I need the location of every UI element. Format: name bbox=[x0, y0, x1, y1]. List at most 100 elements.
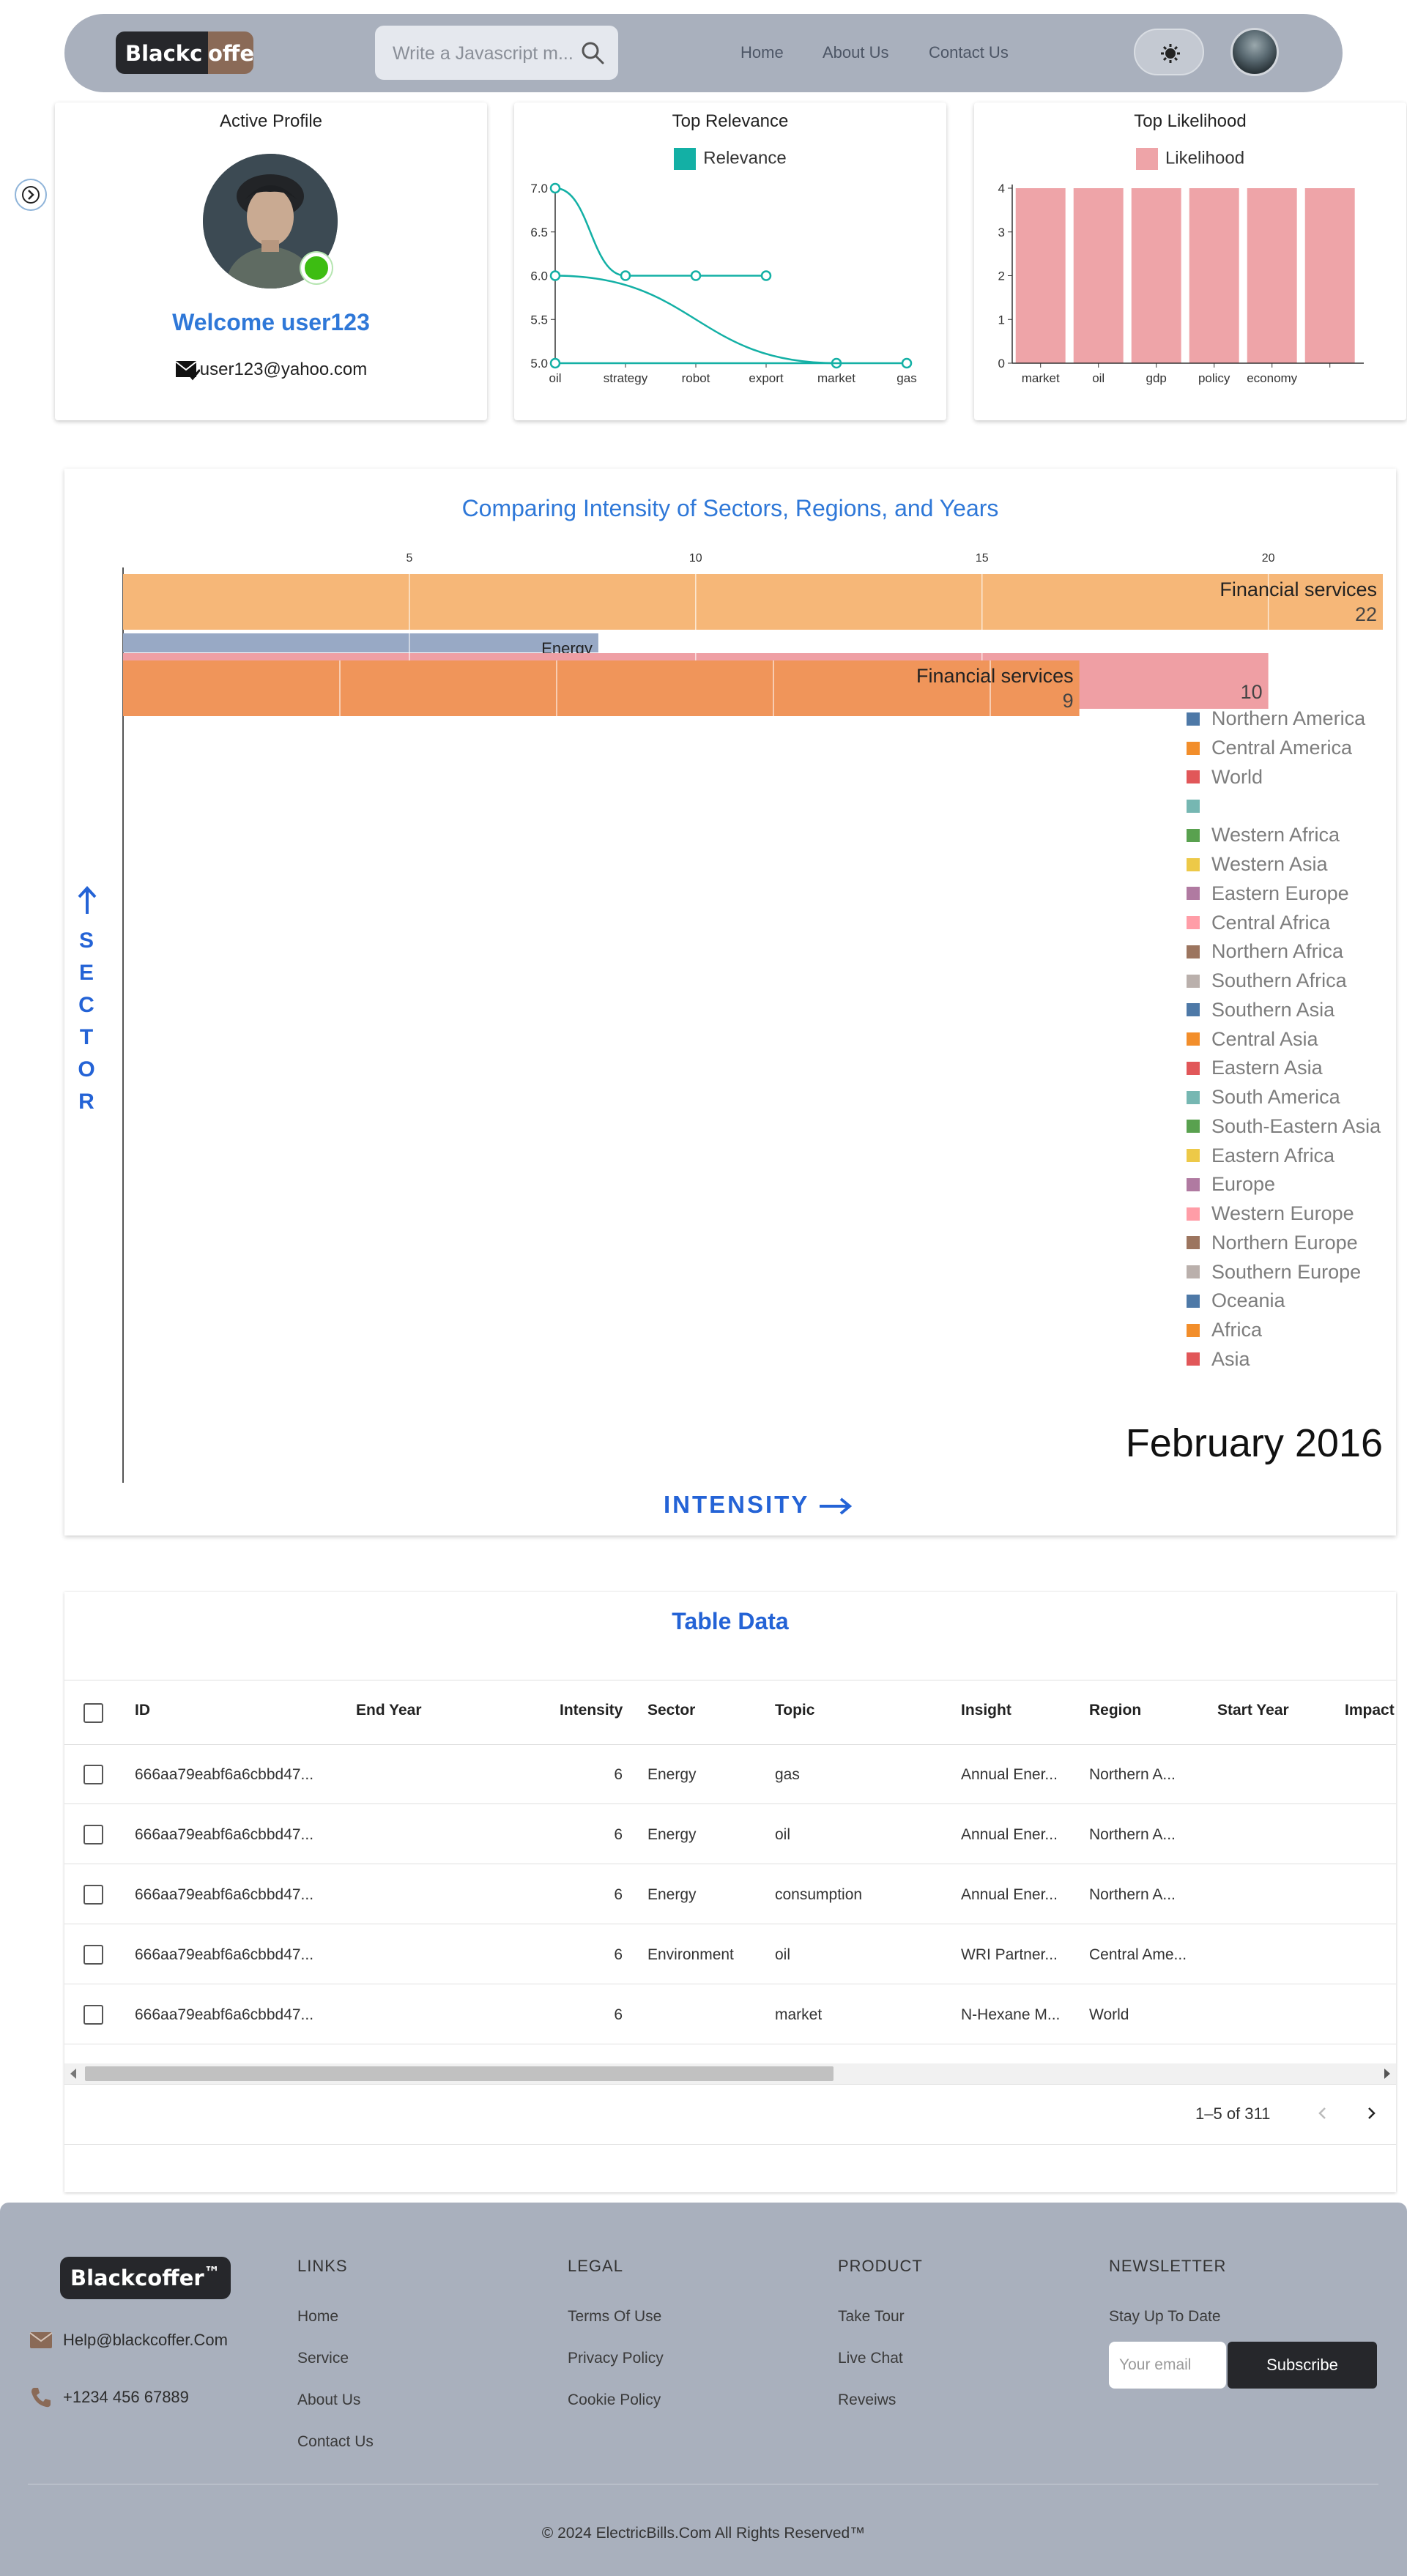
cell-sector: Energy bbox=[647, 1826, 697, 1843]
footer-link-service[interactable]: Service bbox=[297, 2350, 349, 2367]
table-row[interactable]: 666aa79eabf6a6cbbd47... 6 Environment oil WR… bbox=[64, 1924, 1396, 1984]
likelihood-x-tick-label: gdp bbox=[1146, 371, 1167, 385]
table-data-card: Table Data ID End Year Intensity Sector … bbox=[64, 1592, 1396, 2192]
region-legend-swatch bbox=[1187, 916, 1200, 930]
newsletter-email-input[interactable]: Your email bbox=[1109, 2342, 1226, 2389]
brand-logo[interactable]: Blackc offer bbox=[116, 31, 253, 74]
table-row[interactable]: 666aa79eabf6a6cbbd47... 6 Energy oil Annual … bbox=[64, 1804, 1396, 1864]
region-legend-item: Oceania bbox=[1187, 1287, 1381, 1316]
scroll-left-arrow[interactable] bbox=[70, 2069, 76, 2079]
sector-axis-letter: E bbox=[78, 961, 95, 985]
footer-link-home[interactable]: Home bbox=[297, 2308, 338, 2326]
scroll-right-arrow[interactable] bbox=[1384, 2069, 1390, 2079]
region-legend-item: South America bbox=[1187, 1083, 1381, 1112]
footer-link-cookie[interactable]: Cookie Policy bbox=[568, 2391, 661, 2409]
region-legend-item: Northern Africa bbox=[1187, 937, 1381, 967]
region-legend-label: South-Eastern Asia bbox=[1211, 1114, 1381, 1137]
footer-product-heading: PRODUCT bbox=[838, 2257, 923, 2275]
cell-topic: consumption bbox=[775, 1886, 863, 1903]
user-avatar[interactable] bbox=[1230, 28, 1279, 76]
footer-link-chat[interactable]: Live Chat bbox=[838, 2350, 903, 2367]
phone-icon bbox=[31, 2388, 51, 2408]
region-legend-swatch bbox=[1187, 1003, 1200, 1017]
cell-region: Northern A... bbox=[1089, 1826, 1176, 1843]
region-legend-swatch bbox=[1187, 1352, 1200, 1366]
footer-phone-row[interactable]: +1234 456 67889 bbox=[29, 2386, 189, 2409]
column-header-intensity[interactable]: Intensity bbox=[560, 1702, 623, 1719]
column-header-id[interactable]: ID bbox=[135, 1702, 150, 1719]
footer-logo[interactable]: Blackcoffer ™ bbox=[60, 2257, 231, 2299]
footer-link-tour[interactable]: Take Tour bbox=[838, 2308, 905, 2326]
horizontal-scrollbar[interactable] bbox=[64, 2063, 1396, 2084]
footer-logo-text: Blackcoffer bbox=[70, 2266, 204, 2290]
region-legend-swatch bbox=[1187, 1177, 1200, 1191]
footer-email-row[interactable]: Help@blackcoffer.Com bbox=[29, 2331, 228, 2350]
region-legend: Northern America Central America World West… bbox=[1187, 704, 1381, 1374]
cell-insight: Annual Ener... bbox=[961, 1826, 1058, 1843]
row-checkbox[interactable] bbox=[83, 1765, 103, 1784]
column-header-end-year[interactable]: End Year bbox=[356, 1702, 422, 1719]
table-row[interactable]: 666aa79eabf6a6cbbd47... 6 Energy consumptio… bbox=[64, 1864, 1396, 1924]
relevance-x-tick-label: gas bbox=[896, 371, 916, 385]
table-row[interactable]: 666aa79eabf6a6cbbd47... 6 Energy gas Annual … bbox=[64, 1744, 1396, 1804]
column-header-topic[interactable]: Topic bbox=[775, 1702, 814, 1719]
sidebar-toggle-button[interactable] bbox=[15, 179, 47, 211]
region-legend-label: Northern Africa bbox=[1211, 940, 1344, 963]
race-x-tick-label: 10 bbox=[689, 552, 702, 565]
navbar: Blackc offer Write a Javascript m... Hom… bbox=[64, 14, 1343, 92]
region-legend-item: Europe bbox=[1187, 1170, 1381, 1199]
relevance-y-tick-label: 6.0 bbox=[530, 269, 548, 283]
column-header-region[interactable]: Region bbox=[1089, 1702, 1141, 1719]
column-header-start-year[interactable]: Start Year bbox=[1217, 1702, 1289, 1719]
scrollbar-thumb[interactable] bbox=[85, 2066, 834, 2081]
previous-page-button[interactable] bbox=[1314, 2104, 1332, 2122]
region-legend-swatch bbox=[1187, 974, 1200, 988]
intensity-race-chart-card: Comparing Intensity of Sectors, Regions,… bbox=[64, 469, 1396, 1535]
likelihood-y-tick-label: 0 bbox=[998, 357, 1005, 371]
row-checkbox[interactable] bbox=[83, 1945, 103, 1965]
search-input[interactable]: Write a Javascript m... bbox=[375, 26, 618, 80]
region-legend-item: World bbox=[1187, 763, 1381, 792]
region-legend-swatch bbox=[1187, 1149, 1200, 1163]
relevance-point bbox=[760, 270, 772, 281]
region-legend-label: Oceania bbox=[1211, 1289, 1285, 1312]
next-page-button[interactable] bbox=[1362, 2104, 1380, 2122]
search-icon[interactable] bbox=[580, 40, 605, 65]
row-checkbox[interactable] bbox=[83, 2005, 103, 2025]
region-legend-item: Western Europe bbox=[1187, 1199, 1381, 1229]
region-legend-item: Central America bbox=[1187, 734, 1381, 763]
footer-link-about[interactable]: About Us bbox=[297, 2391, 360, 2409]
likelihood-bar bbox=[1304, 188, 1355, 363]
row-checkbox[interactable] bbox=[83, 1825, 103, 1844]
footer-link-privacy[interactable]: Privacy Policy bbox=[568, 2350, 664, 2367]
column-header-impact[interactable]: Impact bbox=[1345, 1702, 1395, 1719]
relevance-point bbox=[549, 357, 561, 369]
table-row[interactable]: 666aa79eabf6a6cbbd47... 6 market N-Hexane M… bbox=[64, 1984, 1396, 2044]
region-legend-item: Northern America bbox=[1187, 704, 1381, 734]
footer-link-terms[interactable]: Terms Of Use bbox=[568, 2308, 661, 2326]
cell-insight: N-Hexane M... bbox=[961, 2006, 1061, 2023]
region-legend-label: Western Africa bbox=[1211, 824, 1340, 846]
region-legend-item: Asia bbox=[1187, 1345, 1381, 1374]
region-legend-item: South-Eastern Asia bbox=[1187, 1112, 1381, 1142]
select-all-checkbox[interactable] bbox=[83, 1703, 103, 1723]
relevance-x-tick-label: market bbox=[817, 371, 855, 385]
theme-toggle-button[interactable] bbox=[1134, 29, 1204, 75]
region-legend-label: Africa bbox=[1211, 1319, 1263, 1341]
footer-link-contact[interactable]: Contact Us bbox=[297, 2433, 374, 2451]
footer-link-reviews[interactable]: Reveiws bbox=[838, 2391, 896, 2409]
nav-link-contact[interactable]: Contact Us bbox=[929, 43, 1009, 62]
row-checkbox[interactable] bbox=[83, 1885, 103, 1905]
nav-link-home[interactable]: Home bbox=[740, 43, 784, 62]
likelihood-card: Top Likelihood Likelihood 4 3 2 1 0 market oil… bbox=[974, 103, 1406, 420]
column-header-insight[interactable]: Insight bbox=[961, 1702, 1011, 1719]
region-legend-swatch bbox=[1187, 857, 1200, 871]
likelihood-y-tick-label: 1 bbox=[998, 313, 1005, 327]
column-header-sector[interactable]: Sector bbox=[647, 1702, 695, 1719]
cell-id: 666aa79eabf6a6cbbd47... bbox=[135, 1886, 314, 1903]
nav-link-about[interactable]: About Us bbox=[823, 43, 889, 62]
region-legend-label: Western Europe bbox=[1211, 1202, 1354, 1225]
subscribe-button[interactable]: Subscribe bbox=[1228, 2342, 1377, 2389]
likelihood-y-tick-label: 4 bbox=[998, 182, 1005, 196]
region-legend-label: Eastern Africa bbox=[1211, 1144, 1335, 1166]
